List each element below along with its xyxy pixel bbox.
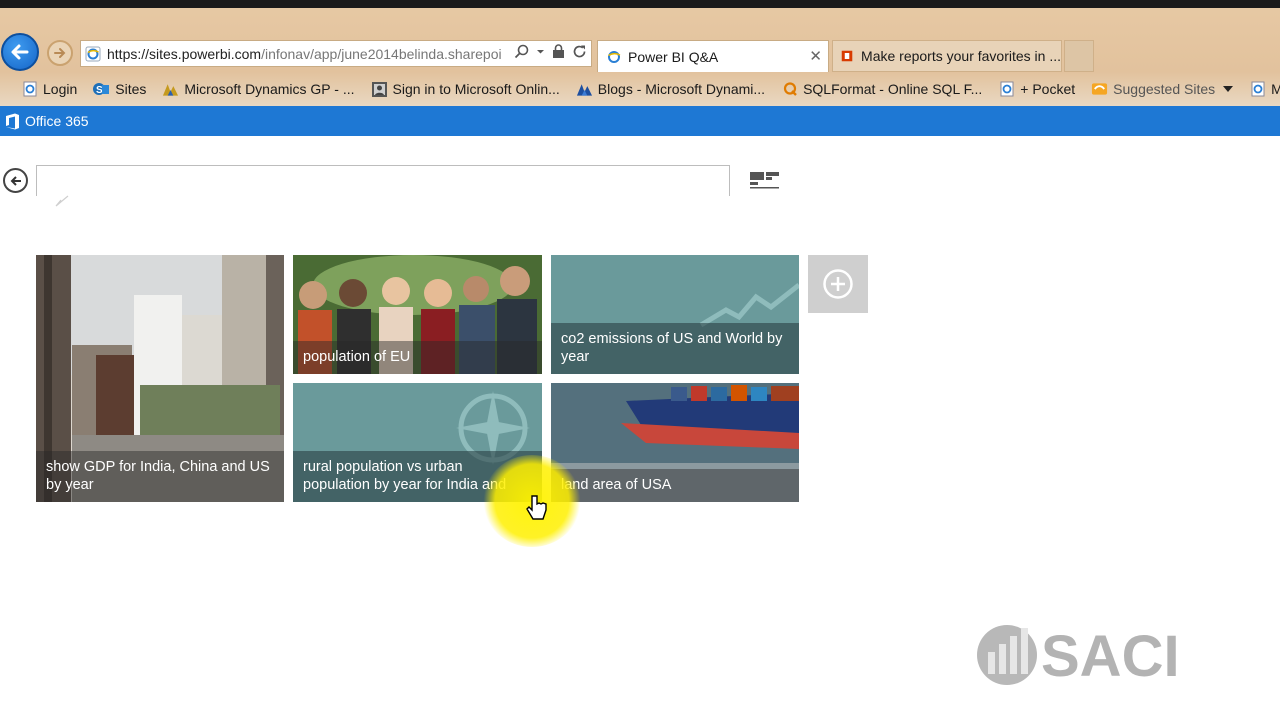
tile-label: population of EU	[293, 341, 542, 374]
arrow-left-icon	[11, 44, 29, 60]
browser-back-button[interactable]	[1, 33, 39, 71]
favorite-login[interactable]: Login	[21, 81, 77, 98]
arrow-right-icon	[54, 48, 66, 58]
tab-title: Power BI Q&A	[628, 48, 719, 65]
favorite-label: Sites	[115, 81, 147, 97]
favorite-label: MVP P	[1271, 81, 1280, 97]
ie-page-icon	[1249, 81, 1266, 98]
favorite-sites[interactable]: S Sites	[93, 81, 146, 98]
favorite-sqlformat[interactable]: SQLFormat - Online SQL F...	[781, 81, 982, 98]
tab-power-bi-qa[interactable]: Power BI Q&A ✕	[597, 40, 829, 72]
dynamics-icon	[162, 81, 179, 98]
add-tile-button[interactable]	[808, 255, 868, 313]
office-logo-icon[interactable]	[5, 113, 20, 130]
hand-cursor-icon	[526, 495, 547, 520]
favorites-bar: Login S Sites Microsoft Dynamics GP - ..…	[0, 74, 1280, 104]
qa-back-button[interactable]	[3, 168, 28, 193]
search-icon[interactable]	[514, 44, 529, 59]
office-brand[interactable]: Office 365	[25, 113, 89, 129]
address-url-host: https://sites.powerbi.com	[107, 45, 262, 62]
ie-page-icon	[608, 50, 621, 63]
favorite-label: Login	[43, 81, 78, 97]
ie-page-icon	[998, 81, 1015, 98]
qa-tile-gdp[interactable]: show GDP for India, China and US by year	[36, 255, 284, 502]
ie-page-icon	[85, 46, 101, 61]
qa-tile-land-area[interactable]: land area of USA	[551, 383, 799, 502]
saci-watermark-logo: SACI	[977, 624, 1180, 688]
checkmark-icon	[55, 195, 69, 207]
favorite-blogs[interactable]: Blogs - Microsoft Dynami...	[576, 81, 765, 98]
lock-icon[interactable]	[552, 44, 565, 59]
favorite-label: SQLFormat - Online SQL F...	[803, 81, 983, 97]
address-url-path: /infonav/app/june2014belinda.sharepoi	[261, 45, 502, 62]
qa-question-input[interactable]	[36, 165, 730, 196]
favorite-dynamics-gp[interactable]: Microsoft Dynamics GP - ...	[162, 81, 355, 98]
arrow-left-icon	[10, 175, 21, 186]
favorite-label: + Pocket	[1020, 81, 1076, 97]
refresh-icon[interactable]	[572, 44, 587, 59]
favorite-pocket[interactable]: + Pocket	[998, 81, 1075, 98]
window-top-edge	[0, 0, 1280, 8]
tab-make-reports[interactable]: Make reports your favorites in ...	[832, 40, 1062, 72]
qa-tile-co2[interactable]: co2 emissions of US and World by year	[551, 255, 799, 374]
photo-icon	[371, 81, 388, 98]
address-url[interactable]: https://sites.powerbi.com/infonav/app/ju…	[107, 46, 507, 62]
favorite-label: Suggested Sites	[1113, 81, 1216, 97]
chevron-down-icon[interactable]	[536, 47, 545, 56]
address-bar[interactable]: https://sites.powerbi.com/infonav/app/ju…	[80, 40, 592, 67]
ie-page-icon	[21, 81, 38, 98]
favorite-mvp[interactable]: MVP P	[1249, 81, 1280, 98]
suggested-sites-icon	[1091, 81, 1108, 98]
tile-label: show GDP for India, China and US by year	[36, 451, 284, 502]
sqlformat-icon	[781, 81, 798, 98]
favorite-label: Blogs - Microsoft Dynami...	[597, 81, 766, 97]
chevron-down-icon[interactable]	[1223, 85, 1234, 93]
browser-chrome: https://sites.powerbi.com/infonav/app/ju…	[0, 0, 1280, 106]
browser-forward-button[interactable]	[47, 40, 73, 66]
favorite-label: Sign in to Microsoft Onlin...	[392, 81, 560, 97]
favorite-suggested-sites[interactable]: Suggested Sites	[1091, 81, 1234, 98]
office-icon	[841, 50, 853, 62]
tile-label: co2 emissions of US and World by year	[551, 323, 799, 374]
dynamics-icon	[576, 81, 593, 98]
sharepoint-icon: S	[93, 81, 110, 98]
svg-text:S: S	[96, 85, 103, 96]
favorite-label: Microsoft Dynamics GP - ...	[184, 81, 355, 97]
qa-tile-population-eu[interactable]: population of EU	[293, 255, 542, 374]
close-icon[interactable]: ✕	[809, 47, 822, 65]
office-suite-bar: Office 365	[0, 106, 1280, 136]
address-tools	[514, 44, 587, 59]
tab-title: Make reports your favorites in ...	[861, 48, 1061, 64]
saci-text: SACI	[1041, 624, 1180, 688]
new-tab-button[interactable]	[1064, 40, 1094, 72]
plus-circle-icon	[823, 269, 853, 299]
layout-toggle-icon[interactable]	[750, 172, 780, 189]
tile-label: land area of USA	[551, 469, 799, 502]
favorite-sign-in[interactable]: Sign in to Microsoft Onlin...	[371, 81, 560, 98]
